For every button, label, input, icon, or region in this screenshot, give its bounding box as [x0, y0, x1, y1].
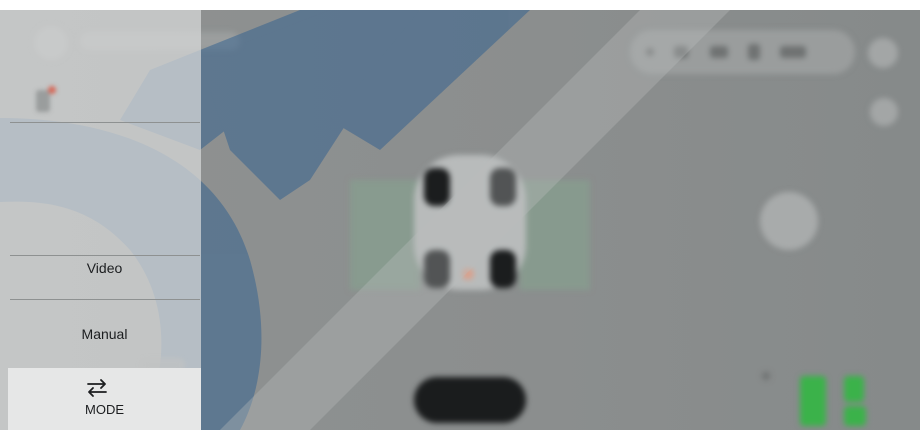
robot-indicator	[462, 268, 474, 280]
status-dot-icon	[646, 48, 654, 56]
robot-wheel-front-right	[490, 168, 516, 206]
menu-item-manual[interactable]: Manual	[8, 326, 201, 342]
mode-button-label: MODE	[85, 402, 124, 417]
sensor-icon	[748, 44, 760, 60]
minimap[interactable]	[790, 372, 872, 430]
drawer-divider	[10, 255, 200, 256]
robot-wheel-front-left	[424, 168, 450, 206]
settings-button[interactable]	[868, 38, 898, 68]
layers-button[interactable]	[870, 98, 898, 126]
robot-status-icon	[710, 46, 728, 58]
minimap-zone	[844, 406, 866, 426]
status-icons	[646, 44, 806, 60]
top-border	[0, 0, 922, 10]
joystick[interactable]	[760, 192, 818, 250]
drawer-divider	[10, 122, 200, 123]
swap-arrows-icon	[87, 379, 107, 397]
robot-wheel-rear-right	[490, 250, 516, 288]
app-screen: Video Manual MODE	[0, 0, 922, 430]
battery-icon	[780, 46, 806, 58]
minimap-cursor-icon	[762, 372, 770, 380]
minimap-zone	[800, 376, 826, 426]
wifi-icon	[674, 46, 688, 58]
robot-wheel-rear-left	[424, 250, 450, 288]
side-drawer: Video Manual	[0, 10, 201, 430]
work-zone-left	[350, 180, 420, 290]
work-zone-right	[520, 180, 590, 290]
status-bar	[630, 30, 855, 74]
drawer-divider	[10, 299, 200, 300]
start-button[interactable]	[414, 377, 526, 423]
minimap-zone	[844, 376, 864, 402]
device-icon	[36, 86, 56, 112]
menu-item-video[interactable]: Video	[8, 260, 201, 276]
